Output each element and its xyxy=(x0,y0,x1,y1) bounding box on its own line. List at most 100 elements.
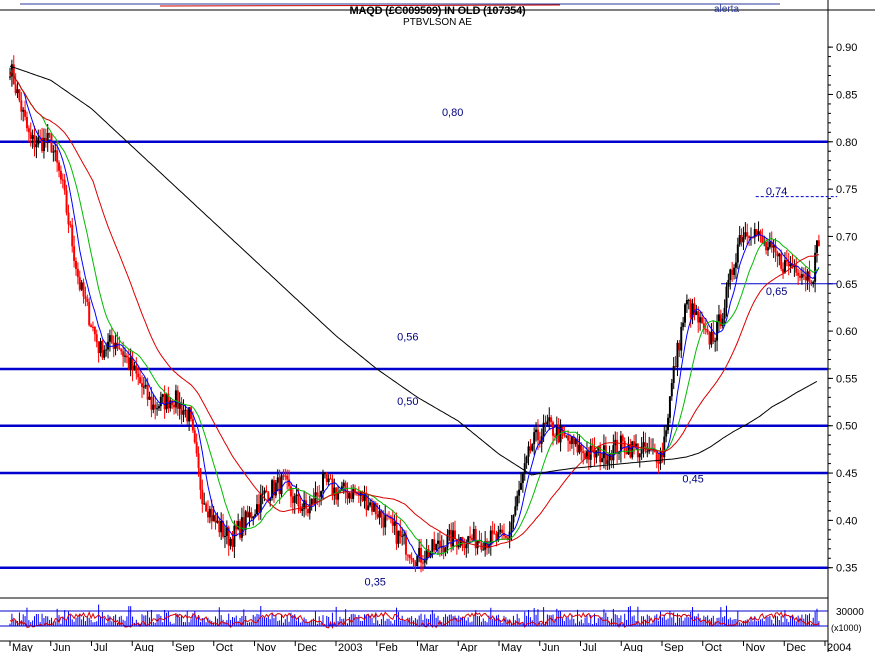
candle-body xyxy=(208,508,211,518)
x-tick-label: Nov xyxy=(257,642,277,652)
candle-body xyxy=(714,340,717,342)
candle-body xyxy=(623,440,626,453)
candle-body xyxy=(553,435,556,437)
candle-body xyxy=(59,170,62,180)
candle-body xyxy=(704,328,707,330)
candle-body xyxy=(29,132,32,139)
candle-body xyxy=(74,260,77,269)
candle-body xyxy=(312,498,315,504)
candle-body xyxy=(712,331,715,342)
price-chart-svg: 0.90 0.85 0.80 0.75 0.70 0.65 0.60 0.55 0.50 0.45… xyxy=(0,0,875,654)
candle-body xyxy=(470,538,473,540)
candle-body xyxy=(482,549,485,551)
candle-body xyxy=(197,453,200,469)
candle-body xyxy=(78,277,81,290)
candle-body xyxy=(182,410,185,415)
candle-body xyxy=(746,232,749,237)
candle-body xyxy=(546,421,549,425)
candle-body xyxy=(644,442,647,452)
candle-body xyxy=(84,296,87,299)
candle-body xyxy=(201,489,204,505)
candle-body xyxy=(723,307,726,319)
x-tick-label: 2003 xyxy=(338,642,362,652)
candle-body xyxy=(416,555,419,567)
candle-body xyxy=(54,150,57,152)
candle-body xyxy=(414,562,417,567)
candle-body xyxy=(9,76,11,78)
candle-body xyxy=(122,351,125,357)
alert-link[interactable]: alerta xyxy=(714,4,739,15)
candle-body xyxy=(729,269,732,281)
candle-body xyxy=(685,300,688,305)
candle-body xyxy=(403,534,406,536)
y-tick-label: 0.85 xyxy=(836,89,857,101)
candle-body xyxy=(674,366,677,368)
y-tick-label: 0.50 xyxy=(836,421,857,433)
candle-body xyxy=(50,135,53,153)
candle-body xyxy=(740,234,743,243)
x-tick-label: May xyxy=(501,642,522,652)
candle-body xyxy=(678,342,681,351)
candle-body xyxy=(382,517,385,528)
candle-body xyxy=(657,462,660,464)
candle-body xyxy=(435,543,438,551)
candle-body xyxy=(63,179,66,191)
x-tick-label: Mar xyxy=(420,642,439,652)
candle-body xyxy=(612,445,615,461)
y-tick-label: 0.40 xyxy=(836,515,857,527)
candle-body xyxy=(216,520,219,523)
candle-body xyxy=(248,512,251,518)
candle-body xyxy=(567,435,570,441)
candle-body xyxy=(171,400,174,405)
candle-body xyxy=(342,482,345,487)
candle-body xyxy=(668,396,671,418)
candle-body xyxy=(457,545,460,548)
candle-body xyxy=(316,492,319,496)
candle-body xyxy=(161,394,164,397)
chart-title: MAQD (£C009509) IN OLD (107354) xyxy=(349,5,526,17)
candle-body xyxy=(465,544,468,549)
volume-tick-label: 30000 xyxy=(836,607,864,618)
candle-body xyxy=(421,562,424,564)
candle-body xyxy=(529,446,532,451)
candle-body xyxy=(203,503,206,505)
candle-body xyxy=(418,548,421,556)
candle-body xyxy=(814,252,817,282)
candle-body xyxy=(448,529,451,535)
chart-subtitle: PTBVLSON AE xyxy=(403,17,472,28)
candle-body xyxy=(367,505,370,511)
candle-body xyxy=(797,272,800,276)
candle-body xyxy=(297,494,300,507)
candle-body xyxy=(531,444,534,451)
candle-body xyxy=(174,390,177,408)
candle-body xyxy=(214,515,217,523)
level-annotation: 0,65 xyxy=(766,286,787,298)
candle-body xyxy=(18,89,21,101)
candle-body xyxy=(782,268,785,273)
candle-body xyxy=(295,494,298,496)
candle-body xyxy=(527,446,530,457)
candle-body xyxy=(156,408,159,410)
candle-body xyxy=(504,535,507,538)
candle-body xyxy=(327,478,330,483)
candle-body xyxy=(90,325,93,327)
candle-body xyxy=(606,460,609,465)
candle-body xyxy=(33,135,36,148)
candle-body xyxy=(306,508,309,514)
x-tick-label: Feb xyxy=(379,642,398,652)
candle-body xyxy=(548,417,551,422)
candle-body xyxy=(817,240,820,246)
candle-body xyxy=(755,229,758,236)
candle-body xyxy=(399,530,402,537)
candle-body xyxy=(152,404,155,410)
candle-body xyxy=(565,435,568,437)
candle-body xyxy=(73,246,76,261)
candle-body xyxy=(550,417,553,423)
candle-body xyxy=(401,535,404,537)
level-annotation: 0,80 xyxy=(442,107,463,119)
candle-body xyxy=(229,538,232,546)
candle-body xyxy=(642,442,645,447)
x-tick-label: Nov xyxy=(746,642,766,652)
x-tick-label: Jul xyxy=(94,642,108,652)
candle-body xyxy=(61,179,64,181)
